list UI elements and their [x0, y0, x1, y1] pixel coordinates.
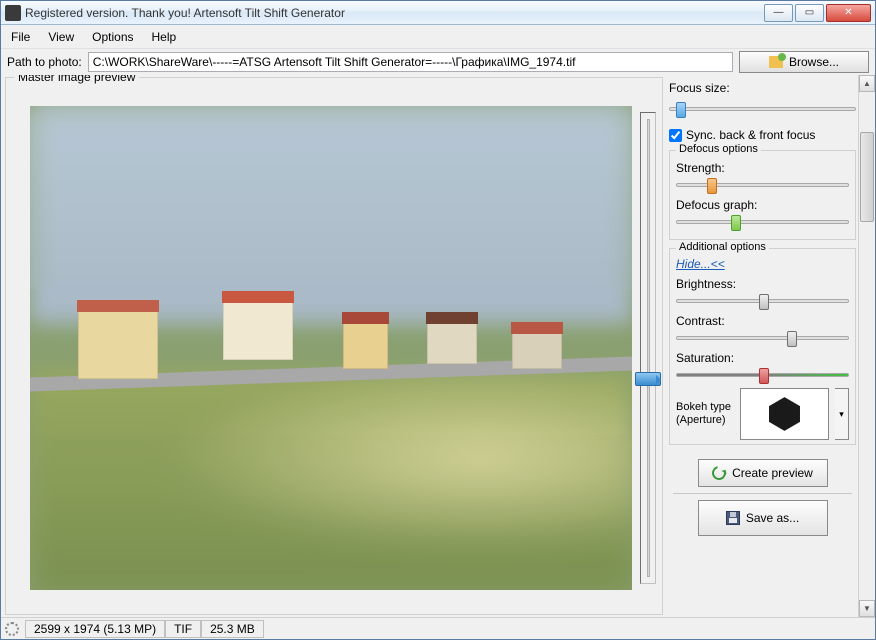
- save-as-button[interactable]: Save as...: [698, 500, 828, 536]
- browse-label: Browse...: [789, 55, 839, 69]
- scroll-down-button[interactable]: ▼: [859, 600, 875, 617]
- bokeh-preview: [740, 388, 829, 440]
- preview-building: [512, 329, 562, 369]
- create-preview-label: Create preview: [732, 466, 813, 480]
- defocus-graph-label: Defocus graph:: [676, 198, 849, 212]
- menu-file[interactable]: File: [11, 30, 30, 44]
- bokeh-label: Bokeh type (Aperture): [676, 401, 734, 427]
- strength-label: Strength:: [676, 161, 849, 175]
- hide-link[interactable]: Hide...<<: [676, 257, 725, 271]
- bokeh-row: Bokeh type (Aperture) ▾: [676, 388, 849, 440]
- defocus-graph-slider[interactable]: [676, 213, 849, 231]
- menu-view[interactable]: View: [48, 30, 74, 44]
- window-controls: — ▭ ✕: [764, 4, 871, 22]
- preview-vertical-slider[interactable]: [640, 112, 656, 584]
- preview-blur-top: [30, 106, 632, 290]
- path-label: Path to photo:: [7, 55, 82, 69]
- preview-building: [223, 300, 293, 360]
- bottom-actions: Create preview Save as...: [669, 451, 856, 544]
- bokeh-dropdown[interactable]: ▾: [835, 388, 849, 440]
- saturation-slider[interactable]: [676, 366, 849, 384]
- focus-size-slider[interactable]: [669, 100, 856, 118]
- sync-label: Sync. back & front focus: [686, 128, 815, 142]
- window-title: Registered version. Thank you! Artensoft…: [25, 6, 764, 20]
- floppy-icon: [726, 511, 740, 525]
- vslider-track: [647, 119, 650, 577]
- create-preview-button[interactable]: Create preview: [698, 459, 828, 487]
- sync-checkbox-input[interactable]: [669, 129, 682, 142]
- focus-size-label: Focus size:: [669, 81, 856, 95]
- settings-panel: Focus size: Sync. back & front focus Def…: [667, 75, 858, 617]
- strength-slider[interactable]: [676, 176, 849, 194]
- minimize-button[interactable]: —: [764, 4, 793, 22]
- scroll-up-button[interactable]: ▲: [859, 75, 875, 92]
- contrast-label: Contrast:: [676, 314, 849, 328]
- path-input[interactable]: [88, 52, 733, 72]
- preview-column: Master image preview: [1, 75, 667, 617]
- side-column: Focus size: Sync. back & front focus Def…: [667, 75, 875, 617]
- menu-options[interactable]: Options: [92, 30, 133, 44]
- menu-help[interactable]: Help: [152, 30, 177, 44]
- preview-building: [78, 309, 158, 379]
- titlebar: Registered version. Thank you! Artensoft…: [1, 1, 875, 25]
- saturation-label: Saturation:: [676, 351, 849, 365]
- vslider-thumb[interactable]: [635, 372, 661, 386]
- preview-building: [343, 319, 388, 369]
- scroll-thumb[interactable]: [860, 132, 874, 222]
- defocus-legend: Defocus options: [676, 143, 761, 155]
- app-icon: [5, 5, 21, 21]
- status-dimensions: 2599 x 1974 (5.13 MP): [25, 620, 165, 638]
- status-size: 25.3 MB: [201, 620, 264, 638]
- path-bar: Path to photo: Browse...: [1, 49, 875, 75]
- hexagon-icon: [767, 396, 803, 432]
- brightness-slider[interactable]: [676, 292, 849, 310]
- save-as-label: Save as...: [746, 511, 799, 525]
- content: Master image preview: [1, 75, 875, 617]
- preview-building: [427, 319, 477, 364]
- sync-checkbox[interactable]: Sync. back & front focus: [669, 128, 856, 142]
- scroll-track[interactable]: [859, 92, 875, 600]
- defocus-group: Defocus options Strength: Defocus graph:: [669, 150, 856, 240]
- contrast-slider[interactable]: [676, 329, 849, 347]
- additional-group: Additional options Hide...<< Brightness:…: [669, 248, 856, 445]
- refresh-icon: [710, 463, 729, 482]
- spinner-icon: [5, 622, 19, 636]
- preview-legend: Master image preview: [14, 75, 139, 84]
- app-window: Registered version. Thank you! Artensoft…: [0, 0, 876, 640]
- menubar: File View Options Help: [1, 25, 875, 49]
- maximize-button[interactable]: ▭: [795, 4, 824, 22]
- preview-fieldset: Master image preview: [5, 77, 663, 615]
- close-button[interactable]: ✕: [826, 4, 871, 22]
- status-format: TIF: [165, 620, 201, 638]
- vertical-scrollbar[interactable]: ▲ ▼: [858, 75, 875, 617]
- preview-blur-bottom: [30, 435, 632, 590]
- additional-legend: Additional options: [676, 241, 769, 253]
- statusbar: 2599 x 1974 (5.13 MP) TIF 25.3 MB: [1, 617, 875, 639]
- brightness-label: Brightness:: [676, 277, 849, 291]
- preview-wrap: [12, 88, 656, 608]
- browse-button[interactable]: Browse...: [739, 51, 869, 73]
- folder-icon: [769, 56, 783, 68]
- divider: [673, 493, 852, 494]
- preview-image[interactable]: [30, 106, 632, 590]
